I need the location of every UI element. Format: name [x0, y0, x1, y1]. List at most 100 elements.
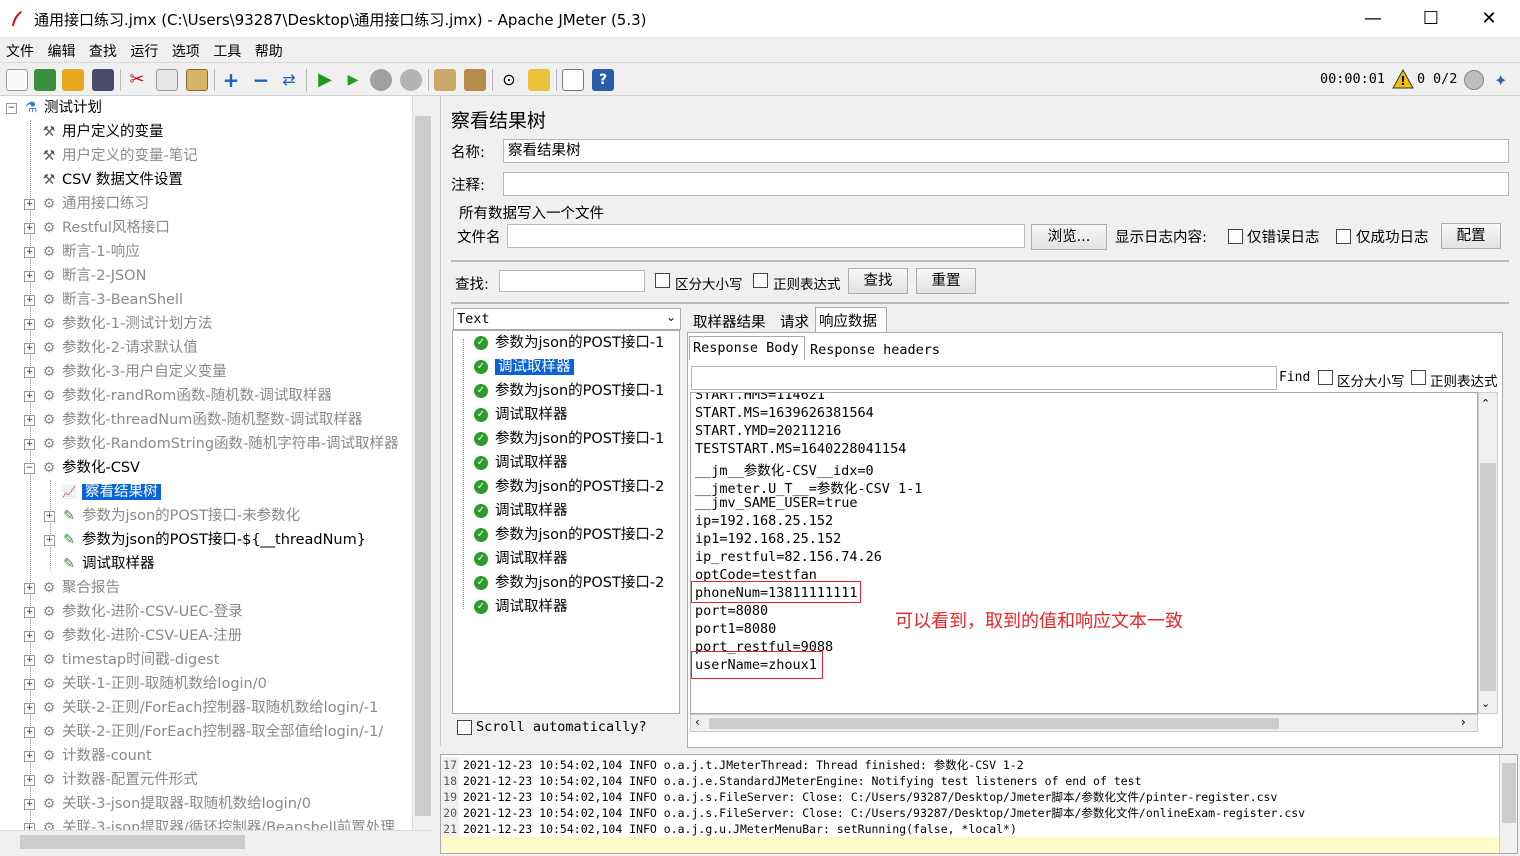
response-horizontal-scrollbar[interactable]: ‹ ›: [690, 714, 1478, 732]
open-folder-icon[interactable]: [62, 69, 84, 91]
tree-item[interactable]: 参数化-threadNum函数-随机整数-调试取样器: [62, 408, 362, 432]
help-icon[interactable]: ?: [592, 69, 614, 91]
log-viewer-icon[interactable]: ✦: [1494, 71, 1512, 90]
expand-toggle[interactable]: +: [24, 703, 35, 714]
find-button[interactable]: 查找: [848, 268, 908, 294]
result-item[interactable]: 参数为json的POST接口-1: [495, 331, 664, 355]
new-icon[interactable]: [6, 69, 28, 91]
tree-item[interactable]: 关联-1-正则-取随机数给login/0: [62, 672, 267, 696]
shutdown-icon[interactable]: [400, 69, 422, 91]
result-item[interactable]: 调试取样器: [495, 403, 568, 427]
expand-toggle[interactable]: +: [24, 391, 35, 402]
tree-item[interactable]: 参数化-randRom函数-随机数-调试取样器: [62, 384, 332, 408]
tree-item[interactable]: 通用接口练习: [62, 192, 149, 216]
clear-icon[interactable]: [434, 69, 456, 91]
renderer-select[interactable]: Text ⌄: [453, 308, 681, 330]
collapse-icon[interactable]: −: [250, 69, 272, 91]
cut-icon[interactable]: ✂: [126, 69, 148, 91]
tab-sampler-result[interactable]: 取样器结果: [693, 311, 766, 332]
result-item[interactable]: 参数为json的POST接口-1: [495, 379, 664, 403]
expand-toggle[interactable]: +: [24, 823, 35, 830]
expand-toggle[interactable]: +: [24, 775, 35, 786]
tree-item[interactable]: 参数化-CSV: [62, 456, 140, 480]
tree-item-selected[interactable]: 察看结果树: [82, 480, 161, 504]
tree-item[interactable]: 聚合报告: [62, 576, 120, 600]
function-helper-icon[interactable]: [562, 69, 584, 91]
expand-toggle[interactable]: +: [24, 799, 35, 810]
result-item[interactable]: 参数为json的POST接口-2: [495, 475, 664, 499]
expand-toggle[interactable]: +: [24, 583, 35, 594]
tab-request[interactable]: 请求: [780, 311, 809, 332]
paste-icon[interactable]: [186, 69, 208, 91]
expand-toggle[interactable]: +: [24, 199, 35, 210]
stop-icon[interactable]: [370, 69, 392, 91]
start-icon[interactable]: ▶: [314, 69, 336, 91]
name-field[interactable]: 察看结果树: [503, 139, 1509, 163]
expand-toggle[interactable]: +: [24, 367, 35, 378]
filename-field[interactable]: [507, 224, 1025, 248]
tree-item[interactable]: 参数为json的POST接口-${__threadNum}: [82, 528, 366, 552]
tree-item[interactable]: 参数化-3-用户自定义变量: [62, 360, 227, 384]
tree-item[interactable]: Restful风格接口: [62, 216, 170, 240]
expand-toggle[interactable]: +: [24, 679, 35, 690]
tree-item[interactable]: 计数器-配置元件形式: [62, 768, 198, 792]
result-item[interactable]: 参数为json的POST接口-2: [495, 523, 664, 547]
warning-icon[interactable]: !: [1392, 68, 1414, 93]
tree-item[interactable]: 调试取样器: [82, 552, 155, 576]
subtab-response-headers[interactable]: Response headers: [810, 342, 940, 358]
tree-vertical-scrollbar[interactable]: [412, 96, 432, 830]
expand-toggle[interactable]: +: [24, 415, 35, 426]
expand-toggle[interactable]: +: [24, 295, 35, 306]
search-binoculars-icon[interactable]: ⊙: [498, 69, 520, 91]
success-only-checkbox[interactable]: [1336, 229, 1351, 244]
maximize-button[interactable]: ☐: [1402, 0, 1460, 38]
tree-item[interactable]: 用户定义的变量-笔记: [62, 144, 198, 168]
result-item[interactable]: 参数为json的POST接口-2: [495, 571, 664, 595]
browse-button[interactable]: 浏览...: [1031, 224, 1107, 250]
menu-tools[interactable]: 工具: [207, 38, 244, 61]
tree-item[interactable]: 计数器-count: [62, 744, 152, 768]
result-item[interactable]: 调试取样器: [495, 451, 568, 475]
tree-item[interactable]: 参数化-进阶-CSV-UEC-登录: [62, 600, 243, 624]
minimize-button[interactable]: —: [1344, 0, 1402, 38]
reset-search-icon[interactable]: [528, 69, 550, 91]
scroll-thumb[interactable]: [20, 835, 245, 849]
response-find-input[interactable]: [691, 366, 1277, 390]
collapse-toggle[interactable]: −: [6, 103, 17, 114]
scroll-thumb[interactable]: [1502, 763, 1516, 823]
scroll-thumb[interactable]: [709, 718, 1279, 729]
result-item-selected[interactable]: 调试取样器: [495, 355, 574, 379]
expand-toggle[interactable]: +: [24, 223, 35, 234]
search-input[interactable]: [499, 270, 645, 292]
response-case-checkbox[interactable]: [1318, 370, 1333, 385]
menu-help[interactable]: 帮助: [249, 38, 286, 61]
regex-checkbox[interactable]: [753, 273, 768, 288]
tree-item[interactable]: 关联-2-正则/ForEach控制器-取全部值给login/-1/: [62, 720, 383, 744]
tree-item[interactable]: 关联-2-正则/ForEach控制器-取随机数给login/-1: [62, 696, 378, 720]
errors-only-checkbox[interactable]: [1228, 229, 1243, 244]
tree-item[interactable]: timestap时间戳-digest: [62, 648, 219, 672]
log-scrollbar[interactable]: [1499, 755, 1517, 853]
reset-button[interactable]: 重置: [916, 268, 976, 294]
tab-response-data[interactable]: 响应数据: [819, 310, 877, 331]
expand-toggle[interactable]: +: [24, 247, 35, 258]
scroll-thumb[interactable]: [415, 116, 431, 816]
subtab-response-body[interactable]: Response Body: [693, 340, 799, 356]
tree-item[interactable]: CSV 数据文件设置: [62, 168, 183, 192]
menu-options[interactable]: 选项: [166, 38, 203, 61]
response-text-area[interactable]: START.HMS=114621 START.MS=1639626381564 ST…: [690, 392, 1478, 714]
tree-item[interactable]: 参数为json的POST接口-未参数化: [82, 504, 300, 528]
expand-toggle[interactable]: +: [24, 271, 35, 282]
response-vertical-scrollbar[interactable]: ⌃ ⌄: [1478, 392, 1498, 714]
menu-run[interactable]: 运行: [124, 38, 161, 61]
result-item[interactable]: 调试取样器: [495, 595, 568, 619]
close-button[interactable]: ✕: [1460, 0, 1518, 38]
scroll-auto-checkbox[interactable]: [457, 720, 472, 735]
clear-all-icon[interactable]: [464, 69, 486, 91]
toggle-icon[interactable]: ⇄: [278, 69, 300, 91]
result-item[interactable]: 调试取样器: [495, 499, 568, 523]
comment-field[interactable]: [503, 172, 1509, 196]
tree-item[interactable]: 参数化-1-测试计划方法: [62, 312, 212, 336]
tree-item[interactable]: 断言-3-BeanShell: [62, 288, 183, 312]
menu-search[interactable]: 查找: [83, 38, 120, 61]
